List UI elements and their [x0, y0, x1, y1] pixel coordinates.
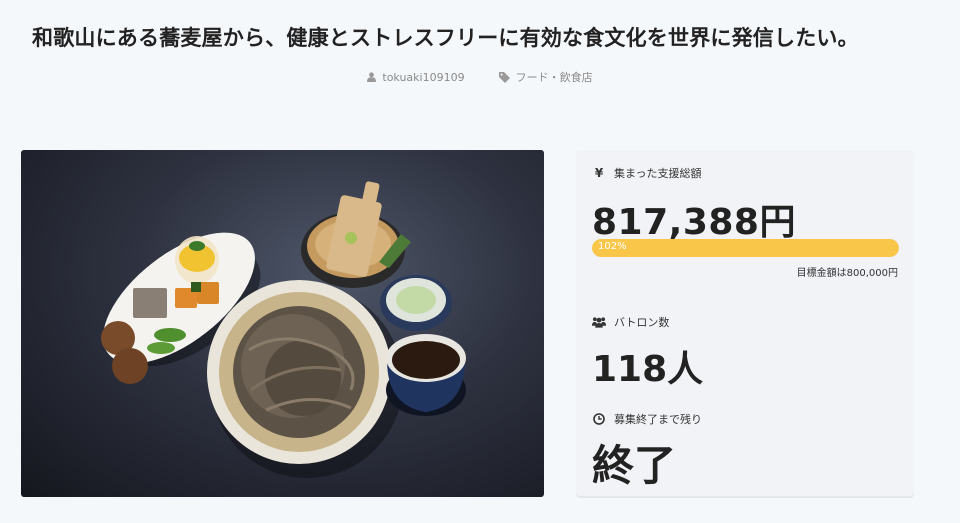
- project-image: [21, 150, 544, 497]
- users-icon: [592, 316, 606, 328]
- tag-icon: [498, 71, 510, 83]
- remaining-status: 終了: [592, 441, 677, 490]
- funding-progress-bar: 102%: [592, 239, 899, 257]
- funds-label-row: ¥ 集まった支援総額: [592, 165, 702, 181]
- clock-icon: [592, 413, 606, 425]
- soba-photo: [101, 181, 466, 478]
- project-meta: tokuaki109109 フード・飲食店: [0, 69, 960, 85]
- author-name: tokuaki109109: [382, 70, 465, 84]
- project-title: 和歌山にある蕎麦屋から、健康とストレスフリーに有効な食文化を世界に発信したい。: [32, 26, 859, 50]
- funding-stats-panel: ¥ 集まった支援総額 817,388円 102% 目標金額は800,000円 バ…: [576, 150, 914, 496]
- goal-amount: 目標金額は800,000円: [796, 268, 898, 279]
- batons-label: バトロン数: [614, 316, 670, 329]
- yen-icon: ¥: [594, 166, 604, 180]
- funds-label: 集まった支援総額: [614, 167, 702, 180]
- category-link[interactable]: フード・飲食店: [498, 69, 593, 85]
- remaining-label-row: 募集終了まで残り: [592, 411, 702, 427]
- progress-fill: 102%: [592, 239, 899, 257]
- funds-amount: 817,388円: [592, 202, 796, 243]
- batons-label-row: バトロン数: [592, 314, 669, 330]
- author-link[interactable]: tokuaki109109: [367, 69, 465, 85]
- batons-count: 118人: [592, 349, 704, 390]
- remaining-label: 募集終了まで残り: [614, 413, 702, 426]
- user-icon: [367, 72, 377, 82]
- category-name: フード・飲食店: [515, 71, 593, 84]
- progress-percent: 102%: [598, 241, 627, 252]
